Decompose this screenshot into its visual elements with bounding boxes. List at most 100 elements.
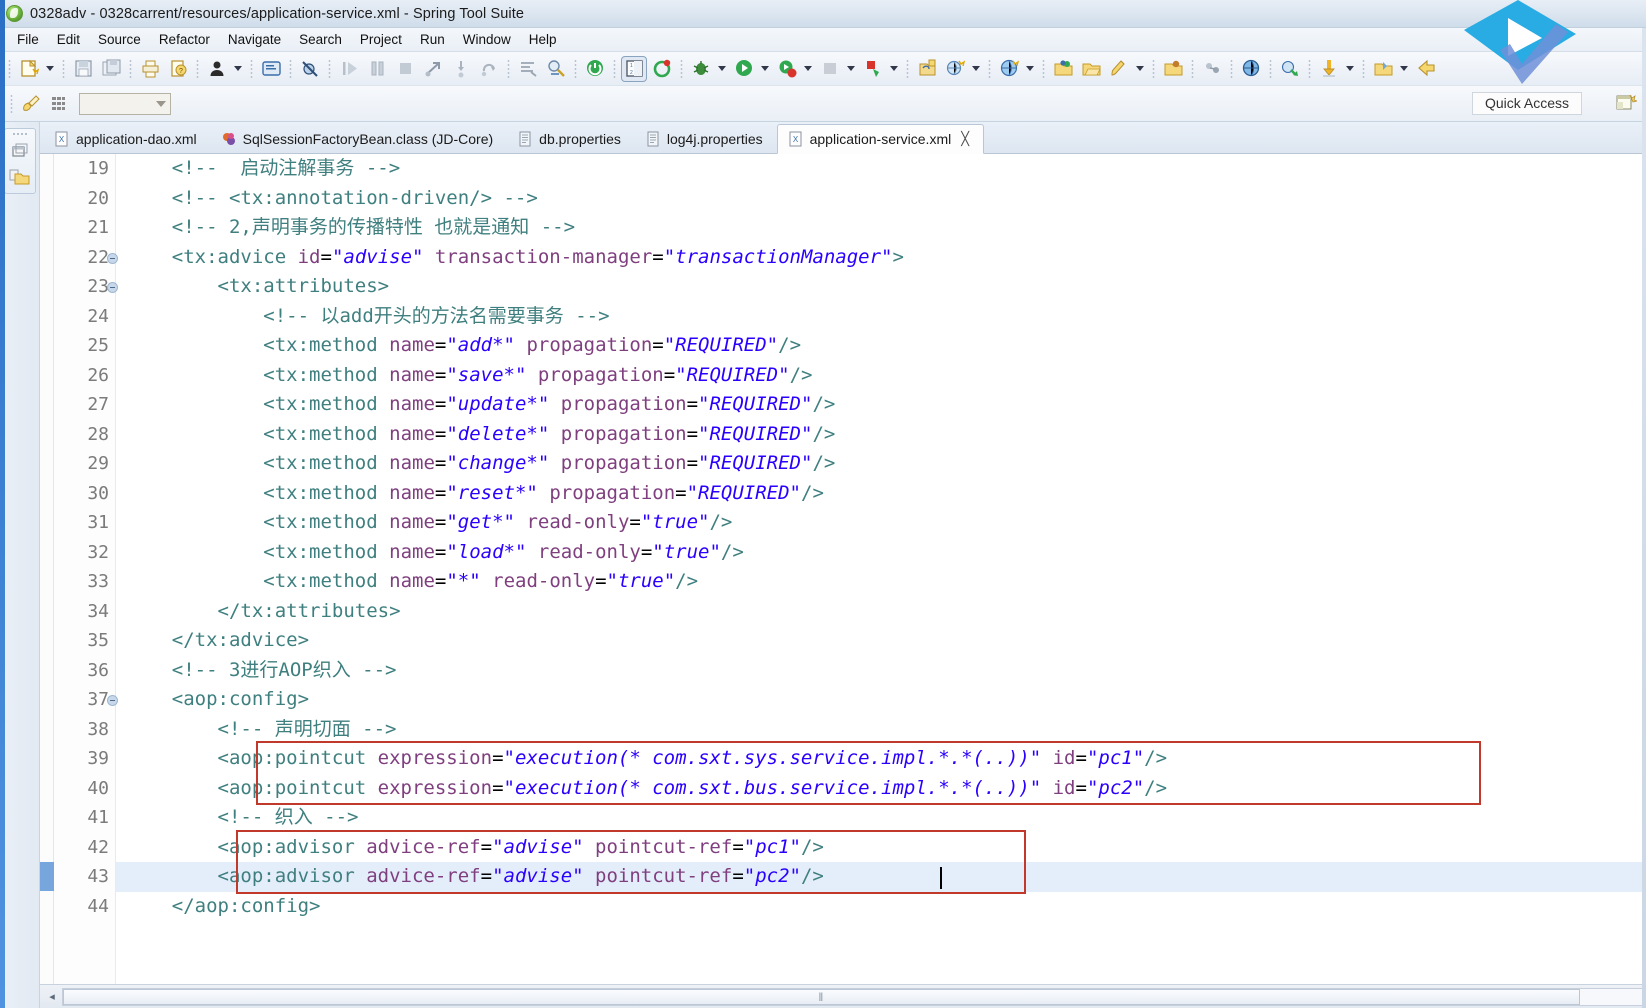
menu-run[interactable]: Run <box>411 30 454 49</box>
run-dropdown-caret[interactable] <box>758 56 771 82</box>
editor-tab-0[interactable]: Xapplication-dao.xml <box>44 124 211 153</box>
new-java-project-icon[interactable] <box>914 56 940 82</box>
menu-help[interactable]: Help <box>520 30 566 49</box>
code-line[interactable]: <aop:pointcut expression="execution(* co… <box>116 774 1646 804</box>
open-resource-icon[interactable] <box>1160 56 1186 82</box>
menu-navigate[interactable]: Navigate <box>219 30 290 49</box>
open-perspective-icon[interactable] <box>1612 90 1640 116</box>
code-line[interactable]: <!-- 启动注解事务 --> <box>116 154 1646 184</box>
terminate-icon[interactable] <box>392 56 418 82</box>
new-wizard-icon[interactable] <box>16 56 42 82</box>
link-icon[interactable] <box>1199 56 1225 82</box>
code-line[interactable]: <aop:config> <box>116 685 1646 715</box>
code-line[interactable]: <!-- 以add开头的方法名需要事务 --> <box>116 302 1646 332</box>
code-line[interactable]: <tx:method name="save*" propagation="REQ… <box>116 361 1646 391</box>
rail-grip-dots[interactable] <box>11 132 28 136</box>
code-line[interactable]: <tx:method name="change*" propagation="R… <box>116 449 1646 479</box>
validate-icon[interactable]: ? <box>165 56 191 82</box>
new-package-dropdown-caret[interactable] <box>969 56 982 82</box>
spring-boot-dashboard-icon[interactable] <box>582 56 608 82</box>
code-line[interactable]: </tx:attributes> <box>116 597 1646 627</box>
code-line[interactable]: <aop:advisor advice-ref="advise" pointcu… <box>116 833 1646 863</box>
code-line[interactable]: <tx:method name="delete*" propagation="R… <box>116 420 1646 450</box>
coverage-icon[interactable] <box>860 56 886 82</box>
open-folder-icon[interactable] <box>1078 56 1104 82</box>
console-icon[interactable] <box>258 56 284 82</box>
print-icon[interactable] <box>137 56 163 82</box>
code-line[interactable]: <tx:method name="update*" propagation="R… <box>116 390 1646 420</box>
debug-icon[interactable] <box>688 56 714 82</box>
save-all-icon[interactable] <box>98 56 124 82</box>
code-line[interactable]: <tx:method name="*" read-only="true"/> <box>116 567 1646 597</box>
resume-icon[interactable] <box>336 56 362 82</box>
profile-dropdown-caret[interactable] <box>231 56 244 82</box>
save-icon[interactable] <box>70 56 96 82</box>
back-arrow-icon[interactable] <box>1413 56 1439 82</box>
web-globe-icon[interactable] <box>1238 56 1264 82</box>
code-line[interactable]: <tx:attributes> <box>116 272 1646 302</box>
code-line[interactable]: <aop:pointcut expression="execution(* co… <box>116 744 1646 774</box>
spring-refresh-icon[interactable] <box>649 56 675 82</box>
pencil-edit-dropdown-caret[interactable] <box>1133 56 1146 82</box>
perspective-combo[interactable] <box>79 92 171 115</box>
download-icon[interactable] <box>1316 56 1342 82</box>
run-icon[interactable] <box>731 56 757 82</box>
menu-file[interactable]: File <box>8 30 48 49</box>
download-dropdown-caret[interactable] <box>1343 56 1356 82</box>
grid-icon[interactable] <box>46 91 72 117</box>
quick-access-input[interactable]: Quick Access <box>1471 92 1582 115</box>
skip-breakpoints-icon[interactable] <box>297 56 323 82</box>
code-line[interactable]: </tx:advice> <box>116 626 1646 656</box>
new-file-icon[interactable] <box>1050 56 1076 82</box>
search-ref-icon[interactable] <box>543 56 569 82</box>
scrollbar-thumb[interactable]: ‖ <box>63 988 1580 1005</box>
step-over-icon[interactable] <box>476 56 502 82</box>
horizontal-scrollbar[interactable]: ◂ ‖ <box>40 984 1646 1008</box>
coverage-dropdown-caret[interactable] <box>887 56 900 82</box>
code-line[interactable]: <!-- <tx:annotation-driven/> --> <box>116 184 1646 214</box>
editor-tab-2[interactable]: db.properties <box>507 124 635 153</box>
code-line[interactable]: <tx:advice id="advise" transaction-manag… <box>116 243 1646 273</box>
restore-view-icon[interactable] <box>8 140 32 162</box>
scroll-left-arrow[interactable]: ◂ <box>42 987 62 1007</box>
menu-edit[interactable]: Edit <box>48 30 89 49</box>
pencil-edit-icon[interactable] <box>1106 56 1132 82</box>
code-line[interactable]: <!-- 2,声明事务的传播特性 也就是通知 --> <box>116 213 1646 243</box>
external-tools-dropdown-caret[interactable] <box>844 56 857 82</box>
code-line[interactable]: <!-- 织入 --> <box>116 803 1646 833</box>
code-line[interactable]: </aop:config> <box>116 892 1646 922</box>
new-wizard-dropdown-caret[interactable] <box>43 56 56 82</box>
deploy-icon[interactable] <box>1277 56 1303 82</box>
code-line[interactable]: <tx:method name="load*" read-only="true"… <box>116 538 1646 568</box>
open-type-icon[interactable] <box>515 56 541 82</box>
menu-search[interactable]: Search <box>290 30 351 49</box>
paintbrush-icon[interactable] <box>18 91 44 117</box>
run-config-icon[interactable] <box>774 56 800 82</box>
code-line[interactable]: <tx:method name="reset*" propagation="RE… <box>116 479 1646 509</box>
suspend-icon[interactable] <box>364 56 390 82</box>
disconnect-icon[interactable] <box>420 56 446 82</box>
scrollbar-track[interactable]: ‖ <box>62 987 1644 1006</box>
external-tools-icon[interactable] <box>817 56 843 82</box>
menu-window[interactable]: Window <box>454 30 520 49</box>
profile-icon[interactable] <box>204 56 230 82</box>
run-config-dropdown-caret[interactable] <box>801 56 814 82</box>
open-browser-dropdown-caret[interactable] <box>1023 56 1036 82</box>
toggle-markers-icon[interactable]: 12 <box>621 55 647 82</box>
xml-code-editor[interactable]: 19 20 21 22 23 24 25 26 27 28 29 30 31 32 33 34 35 36 37 38… <box>40 154 1646 984</box>
code-content[interactable]: <!-- 启动注解事务 --> <!-- <tx:annotation-driv… <box>116 154 1646 984</box>
step-into-icon[interactable] <box>448 56 474 82</box>
code-line[interactable]: <!-- 3进行AOP织入 --> <box>116 656 1646 686</box>
editor-marker-bar[interactable] <box>40 154 54 984</box>
editor-tab-4[interactable]: Xapplication-service.xml ╳ <box>776 124 985 154</box>
import-icon[interactable] <box>1370 56 1396 82</box>
code-line[interactable]: <tx:method name="get*" read-only="true"/… <box>116 508 1646 538</box>
toolbar-grip[interactable] <box>10 93 13 114</box>
code-line[interactable]: <!-- 声明切面 --> <box>116 715 1646 745</box>
open-browser-icon[interactable] <box>996 56 1022 82</box>
tab-close-icon[interactable]: ╳ <box>961 131 969 147</box>
import-dropdown-caret[interactable] <box>1397 56 1410 82</box>
menu-project[interactable]: Project <box>351 30 411 49</box>
editor-tab-1[interactable]: SqlSessionFactoryBean.class (JD-Core) <box>211 124 508 153</box>
package-explorer-icon[interactable] <box>8 166 32 188</box>
